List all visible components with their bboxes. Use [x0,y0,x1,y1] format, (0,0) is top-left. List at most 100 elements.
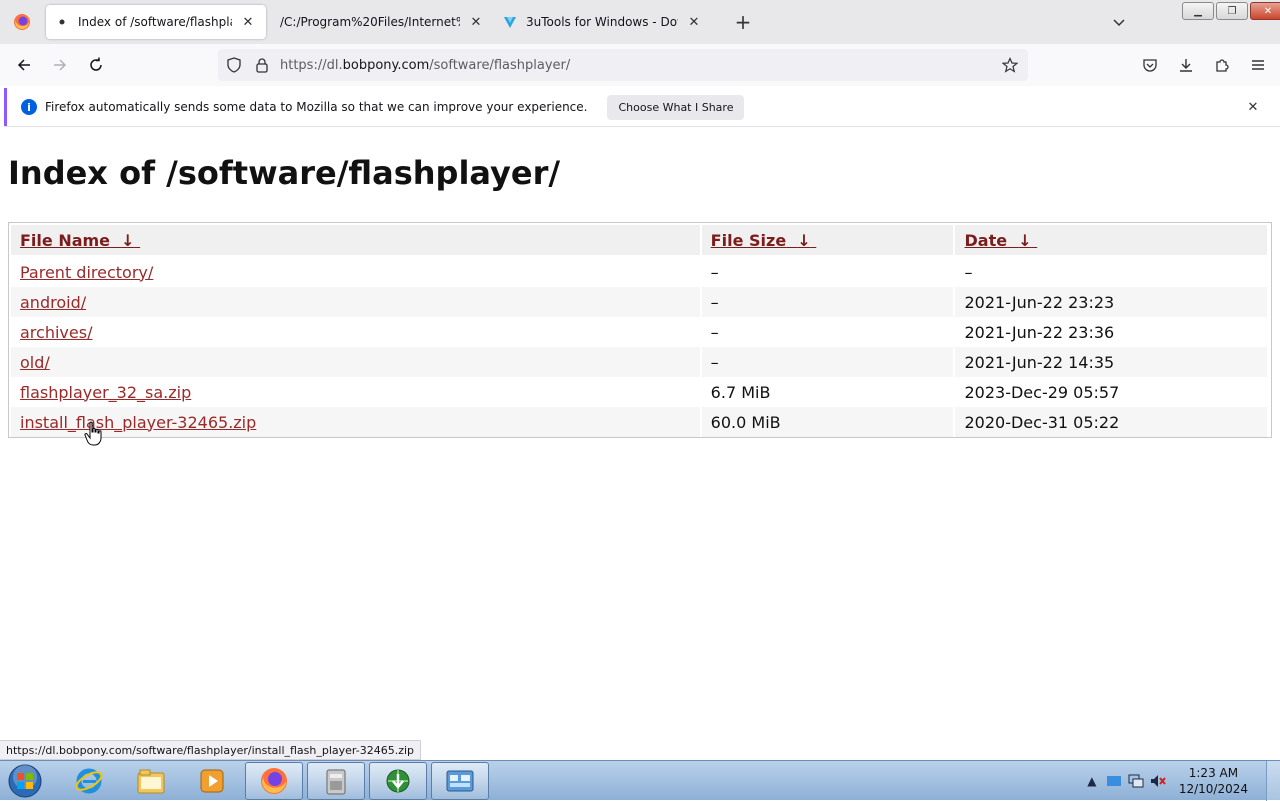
file-size: – [710,262,719,282]
system-clock[interactable]: 1:23 AM 12/10/2024 [1179,765,1248,797]
system-tray: ▲ 1:23 AM 12/10/2024 [1081,761,1280,801]
table-row: archives/ – 2021-Jun-22 23:36 [11,317,1269,347]
pocket-icon [1143,59,1157,72]
file-link[interactable]: android/ [20,293,86,312]
firefox-view-button[interactable] [0,0,44,44]
close-icon[interactable]: ✕ [684,12,704,32]
puzzle-icon [1216,59,1229,72]
taskbar-media-player[interactable] [183,762,241,800]
restore-button[interactable]: ❐ [1216,2,1248,20]
table-row: old/ – 2021-Jun-22 14:35 [11,347,1269,377]
show-hidden-icons-button[interactable]: ▲ [1081,770,1103,792]
taskbar-download-manager[interactable] [369,762,427,800]
minimize-icon: ▁ [1194,5,1202,17]
url-prefix: https://dl. [280,57,343,73]
windows-start-icon [8,764,42,798]
tab-internet-download[interactable]: /C:/Program%20Files/Internet%20D ✕ [272,5,494,39]
start-button[interactable] [4,762,46,800]
explorer-icon [137,769,165,794]
taskbar-firefox[interactable] [245,762,303,800]
file-link[interactable]: old/ [20,353,50,372]
taskbar-installer[interactable] [307,762,365,800]
shield-icon[interactable] [220,51,248,79]
lock-icon[interactable] [248,51,276,79]
tab-3utools[interactable]: 3uTools for Windows - Downlo ✕ [494,5,712,39]
notification-text: Firefox automatically sends some data to… [45,100,588,114]
page-title: Index of /software/flashplayer/ [8,154,561,192]
minimize-button[interactable]: ▁ [1182,2,1214,20]
close-icon: ✕ [1263,5,1273,17]
close-window-button[interactable]: ✕ [1250,2,1280,20]
taskbar-explorer[interactable] [122,762,180,800]
url-text[interactable]: https://dl.bobpony.com/software/flashpla… [280,58,570,73]
url-path: /software/flashplayer/ [429,57,571,73]
reload-button[interactable] [80,49,112,81]
volume-muted-icon[interactable] [1147,770,1169,792]
header-file-name: File Name ↓ [11,225,700,255]
file-link[interactable]: Parent directory/ [20,263,153,282]
navigation-toolbar: https://dl.bobpony.com/software/flashpla… [0,44,1280,86]
sort-by-name-link[interactable]: File Name ↓ [20,231,140,250]
file-size: – [710,322,719,342]
file-link[interactable]: archives/ [20,323,92,342]
show-desktop-button[interactable] [1266,761,1280,801]
bookmark-star-icon[interactable] [996,51,1024,79]
file-size: 6.7 MiB [710,382,771,402]
restore-icon: ❐ [1227,5,1237,17]
hamburger-menu-icon [1252,60,1264,70]
pocket-button[interactable] [1134,49,1166,81]
url-bar[interactable]: https://dl.bobpony.com/software/flashpla… [218,49,1028,81]
network-icon[interactable] [1125,770,1147,792]
tab-title: 3uTools for Windows - Downlo [526,15,678,29]
downloads-button[interactable] [1170,49,1202,81]
back-button[interactable] [8,49,40,81]
globe-download-icon [386,769,410,793]
forward-button[interactable] [44,49,76,81]
plus-icon: + [734,10,752,34]
file-date: – [964,262,973,282]
close-icon[interactable]: ✕ [1244,98,1262,116]
sort-by-size-link[interactable]: File Size ↓ [711,231,817,250]
file-link[interactable]: flashplayer_32_sa.zip [20,383,191,402]
close-icon[interactable]: ✕ [238,12,258,32]
chevron-up-icon: ▲ [1087,774,1097,788]
file-date: 2023-Dec-29 05:57 [964,382,1120,402]
taskbar-ie[interactable] [60,762,118,800]
sort-arrow-icon: ↓ [121,230,135,250]
choose-what-i-share-button[interactable]: Choose What I Share [607,94,745,120]
tab-dot-icon [54,14,70,30]
list-all-tabs-button[interactable] [1108,11,1130,33]
firefox-icon [261,768,287,794]
close-icon[interactable]: ✕ [466,12,486,32]
sort-by-date-link[interactable]: Date ↓ [964,231,1037,250]
reload-icon [90,57,102,71]
clock-date: 12/10/2024 [1178,782,1248,796]
table-row: Parent directory/ – – [11,257,1269,287]
info-icon: i [21,99,37,115]
new-tab-button[interactable]: + [728,7,758,37]
tab-strip: Index of /software/flashplayer/ ✕ /C:/Pr… [0,0,1280,44]
ie-icon [75,768,103,794]
table-row: flashplayer_32_sa.zip 6.7 MiB 2023-Dec-2… [11,377,1269,407]
windows-taskbar: ▲ 1:23 AM 12/10/2024 [0,760,1280,801]
window-controls: ▁ ❐ ✕ [1180,2,1280,20]
download-icon [1180,59,1192,72]
3utools-icon [502,14,518,30]
installer-icon [326,769,346,795]
file-link[interactable]: install_flash_player-32465.zip [20,413,256,432]
file-date: 2021-Jun-22 23:36 [964,322,1115,342]
app-menu-button[interactable] [1242,49,1274,81]
url-host: bobpony.com [342,57,430,73]
tray-app-icon[interactable] [1103,770,1125,792]
extensions-button[interactable] [1206,49,1238,81]
file-date: 2021-Jun-22 23:23 [964,292,1115,312]
hand-cursor-icon [84,421,102,446]
toolbar-right [1130,49,1274,81]
control-panel-icon [446,770,474,792]
file-date: 2020-Dec-31 05:22 [964,412,1120,432]
tab-index-flashplayer[interactable]: Index of /software/flashplayer/ ✕ [46,5,266,39]
file-date: 2021-Jun-22 14:35 [964,352,1115,372]
arrow-right-icon [54,59,67,71]
tab-title: Index of /software/flashplayer/ [78,15,232,29]
taskbar-control-panel[interactable] [431,762,489,800]
